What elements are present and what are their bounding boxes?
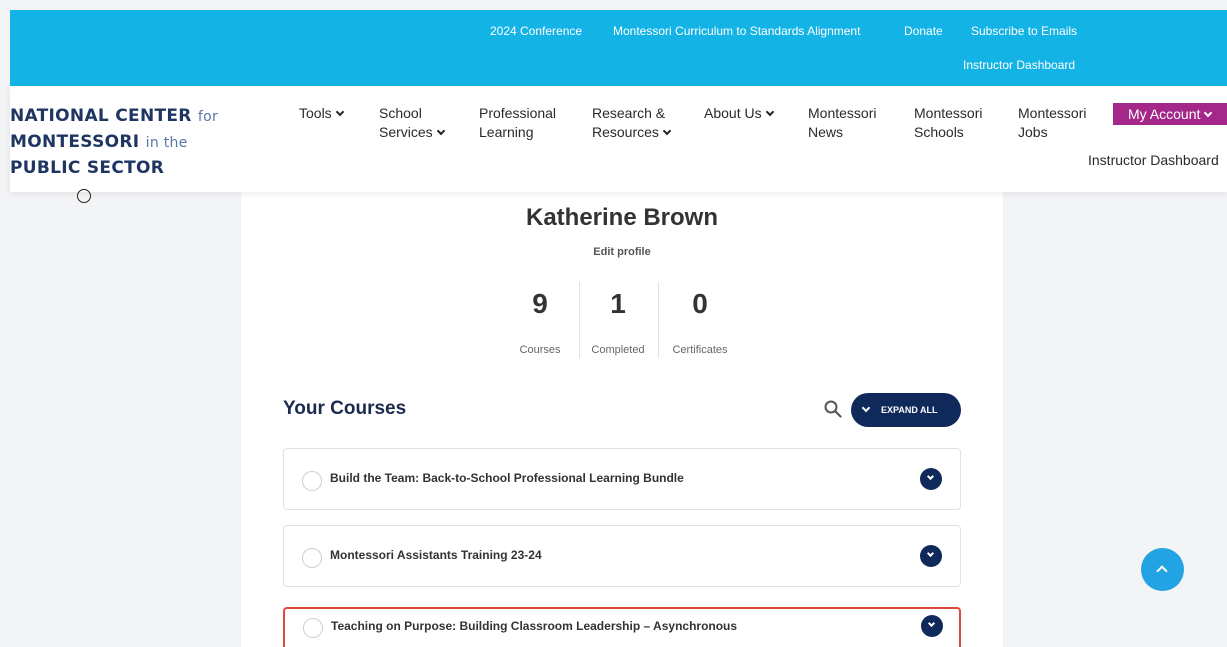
top-utility-bar: 2024 Conference Montessori Curriculum to… [10, 10, 1227, 86]
nav-about-us[interactable]: About Us [704, 104, 774, 123]
scroll-to-top-button[interactable] [1141, 548, 1184, 591]
expand-course-toggle[interactable] [921, 615, 943, 637]
topbar-link-curriculum[interactable]: Montessori Curriculum to Standards Align… [613, 24, 860, 38]
my-account-label: My Account [1128, 106, 1201, 122]
expand-course-toggle[interactable] [920, 468, 942, 490]
nav-tools[interactable]: Tools [299, 104, 344, 123]
stat-completed-label: Completed [591, 344, 645, 356]
my-account-button[interactable]: My Account [1113, 103, 1227, 125]
topbar-link-subscribe[interactable]: Subscribe to Emails [971, 24, 1077, 38]
chevron-down-icon [335, 107, 344, 117]
logo-line2: MONTESSORI [10, 132, 140, 152]
expand-all-button[interactable]: EXPAND ALL [851, 393, 961, 427]
nav-about-label: About Us [704, 105, 762, 121]
nav-school-services-label-1: School [379, 105, 422, 121]
stat-courses-label: Courses [519, 344, 561, 356]
nav-school-services[interactable]: School Services [379, 104, 445, 142]
profile-card: Katherine Brown Edit profile 9 Courses 1… [241, 192, 1003, 647]
nav-prof-label-2: Learning [479, 124, 534, 140]
course-title[interactable]: Montessori Assistants Training 23-24 [330, 548, 542, 562]
cursor-indicator [77, 189, 91, 203]
edit-profile-link[interactable]: Edit profile [241, 246, 1003, 258]
chevron-down-icon [765, 107, 774, 117]
expand-course-toggle[interactable] [920, 545, 942, 567]
nav-schools-label-1: Montessori [914, 105, 983, 121]
nav-research-label-2: Resources [592, 124, 659, 140]
stat-divider [658, 282, 659, 358]
search-icon[interactable] [824, 400, 842, 418]
nav-schools-label-2: Schools [914, 124, 964, 140]
nav-news-label-1: Montessori [808, 105, 877, 121]
logo-line2-small: in the [145, 135, 188, 151]
nav-research-resources[interactable]: Research & Resources [592, 104, 672, 142]
site-logo[interactable]: NATIONAL CENTER for MONTESSORI in the PU… [10, 104, 218, 181]
stat-certificates-label: Certificates [672, 344, 728, 356]
your-courses-heading: Your Courses [283, 398, 407, 419]
chevron-down-icon [926, 472, 935, 481]
nav-tools-label: Tools [299, 105, 332, 121]
stat-courses-number: 9 [532, 288, 548, 319]
nav-jobs-label-1: Montessori [1018, 105, 1087, 121]
course-item[interactable]: Montessori Assistants Training 23-24 [283, 525, 961, 587]
chevron-down-icon [436, 126, 445, 136]
course-progress-circle [302, 548, 322, 568]
stat-completed: 1 Completed [578, 284, 658, 356]
stat-courses: 9 Courses [500, 284, 580, 356]
chevron-down-icon [861, 403, 871, 413]
course-item-highlighted[interactable]: Teaching on Purpose: Building Classroom … [283, 607, 961, 647]
stat-certificates: 0 Certificates [660, 284, 740, 356]
course-title[interactable]: Teaching on Purpose: Building Classroom … [331, 619, 737, 633]
nav-montessori-jobs[interactable]: Montessori Jobs [1018, 104, 1086, 142]
stat-certificates-number: 0 [692, 288, 708, 319]
logo-line1-small: for [197, 109, 219, 125]
nav-news-label-2: News [808, 124, 844, 140]
course-progress-circle [302, 471, 322, 491]
nav-professional-learning[interactable]: Professional Learning [479, 104, 556, 142]
logo-line3: PUBLIC SECTOR [10, 158, 165, 178]
chevron-down-icon [927, 619, 936, 628]
course-item[interactable]: Build the Team: Back-to-School Professio… [283, 448, 961, 510]
chevron-up-icon [1156, 565, 1168, 577]
course-progress-circle [303, 618, 323, 638]
nav-prof-label-1: Professional [479, 105, 557, 121]
nav-montessori-schools[interactable]: Montessori Schools [914, 104, 982, 142]
nav-instructor-dashboard[interactable]: Instructor Dashboard [1088, 152, 1219, 168]
nav-montessori-news[interactable]: Montessori News [808, 104, 876, 142]
main-navigation: NATIONAL CENTER for MONTESSORI in the PU… [10, 86, 1227, 192]
nav-research-label-1: Research & [592, 105, 666, 121]
nav-jobs-label-2: Jobs [1018, 124, 1048, 140]
logo-line1: NATIONAL CENTER [10, 106, 192, 126]
stat-completed-number: 1 [610, 288, 626, 319]
topbar-link-conference[interactable]: 2024 Conference [490, 24, 582, 38]
topbar-link-instructor-dashboard[interactable]: Instructor Dashboard [963, 58, 1075, 72]
chevron-down-icon [926, 549, 935, 558]
topbar-link-donate[interactable]: Donate [904, 24, 943, 38]
course-title[interactable]: Build the Team: Back-to-School Professio… [330, 471, 684, 485]
chevron-down-icon [662, 126, 672, 136]
nav-school-services-label-2: Services [379, 124, 433, 140]
chevron-down-icon [1204, 108, 1213, 118]
expand-all-label: EXPAND ALL [881, 405, 938, 415]
profile-name: Katherine Brown [525, 204, 719, 231]
